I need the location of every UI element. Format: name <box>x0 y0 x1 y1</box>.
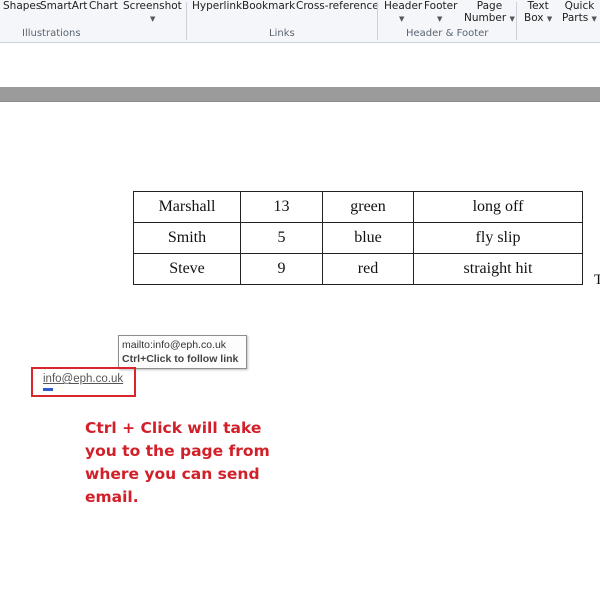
annotation-line: where you can send <box>85 465 260 483</box>
data-table: Marshall 13 green long off Smith 5 blue … <box>133 191 583 285</box>
screenshot-button[interactable]: Screenshot <box>123 0 182 12</box>
text-box-label-1: Text <box>527 0 549 12</box>
table-cell[interactable]: Marshall <box>133 191 241 223</box>
screenshot-label: Screenshot <box>123 0 182 12</box>
bookmark-button[interactable]: Bookmark <box>242 0 295 12</box>
text-cursor-mark: T <box>594 272 600 288</box>
tooltip-mailto: mailto:info@eph.co.uk <box>122 339 227 351</box>
text-box-dropdown-icon: ▼ <box>546 15 553 23</box>
table-cell[interactable]: long off <box>413 191 583 223</box>
annotation-line: email. <box>85 488 139 506</box>
text-box-label-2: Box <box>524 12 544 24</box>
quick-parts-label-2: Parts <box>562 12 589 24</box>
document-top-area <box>0 43 600 87</box>
group-separator <box>377 2 378 40</box>
table-row: Steve 9 red straight hit <box>133 253 583 285</box>
tooltip-instruction: Ctrl+Click to follow link <box>122 353 239 365</box>
page-number-label-2: Number <box>464 12 507 24</box>
table-cell[interactable]: Steve <box>133 253 241 285</box>
header-button[interactable]: Header <box>384 0 422 12</box>
shapes-button[interactable]: Shapes <box>3 0 41 12</box>
table-cell[interactable]: blue <box>322 222 414 254</box>
footer-dropdown-icon[interactable]: ▼ <box>437 15 442 23</box>
autocorrect-tag-icon[interactable] <box>43 388 53 391</box>
illustrations-group-label: Illustrations <box>22 28 81 39</box>
footer-button[interactable]: Footer <box>424 0 457 12</box>
chart-button[interactable]: Chart <box>89 0 118 12</box>
screenshot-dropdown-icon[interactable]: ▼ <box>150 15 155 23</box>
table-cell[interactable]: red <box>322 253 414 285</box>
table-cell[interactable]: 9 <box>240 253 323 285</box>
text-box-button[interactable]: Text Box ▼ <box>524 0 552 24</box>
smartart-button[interactable]: SmartArt <box>40 0 87 12</box>
table-row: Smith 5 blue fly slip <box>133 222 583 254</box>
quick-parts-button[interactable]: Quick Parts ▼ <box>562 0 597 24</box>
group-separator <box>516 2 517 40</box>
table-row: Marshall 13 green long off <box>133 191 583 223</box>
shapes-label: Shapes <box>3 0 42 12</box>
smartart-label: SmartArt <box>40 0 88 12</box>
page-number-dropdown-icon: ▼ <box>509 15 515 23</box>
links-group-label: Links <box>269 28 295 39</box>
quick-parts-label-1: Quick <box>564 0 595 12</box>
page-break-bar <box>0 87 600 102</box>
table-cell[interactable]: straight hit <box>413 253 583 285</box>
table-cell[interactable]: 5 <box>240 222 323 254</box>
text-group: Text Box ▼ Quick Parts ▼ <box>518 0 600 42</box>
hyperlink-label: Hyperlink <box>192 0 243 12</box>
table-cell[interactable]: green <box>322 191 414 223</box>
ribbon: Shapes SmartArt Chart Screenshot ▼ Illus… <box>0 0 600 43</box>
header-dropdown-icon[interactable]: ▼ <box>399 15 404 23</box>
bookmark-label: Bookmark <box>242 0 296 12</box>
cross-reference-label: Cross-reference <box>296 0 379 12</box>
hyperlink-tooltip: mailto:info@eph.co.uk Ctrl+Click to foll… <box>118 335 247 369</box>
cross-reference-button[interactable]: Cross-reference <box>296 0 379 12</box>
annotation-line: Ctrl + Click will take <box>85 419 262 437</box>
chart-label: Chart <box>89 0 118 12</box>
header-footer-group-label: Header & Footer <box>406 28 489 39</box>
page-number-button[interactable]: Page Number ▼ <box>464 0 515 24</box>
hyperlink-button[interactable]: Hyperlink <box>192 0 242 12</box>
page-number-label-1: Page <box>476 0 503 12</box>
email-hyperlink[interactable]: info@eph.co.uk <box>43 373 123 385</box>
table-cell[interactable]: Smith <box>133 222 241 254</box>
illustrations-group: Shapes SmartArt Chart Screenshot ▼ Illus… <box>0 0 184 42</box>
links-group: Hyperlink Bookmark Cross-reference Links <box>188 0 379 42</box>
footer-label: Footer <box>424 0 458 12</box>
group-separator <box>186 2 187 40</box>
annotation-line: you to the page from <box>85 442 270 460</box>
quick-parts-dropdown-icon: ▼ <box>591 15 597 23</box>
header-footer-group: Header ▼ Footer ▼ Page Number ▼ Header &… <box>379 0 515 42</box>
annotation-text: Ctrl + Click will take you to the page f… <box>85 417 285 509</box>
header-label: Header <box>384 0 423 12</box>
table-cell[interactable]: 13 <box>240 191 323 223</box>
table-cell[interactable]: fly slip <box>413 222 583 254</box>
